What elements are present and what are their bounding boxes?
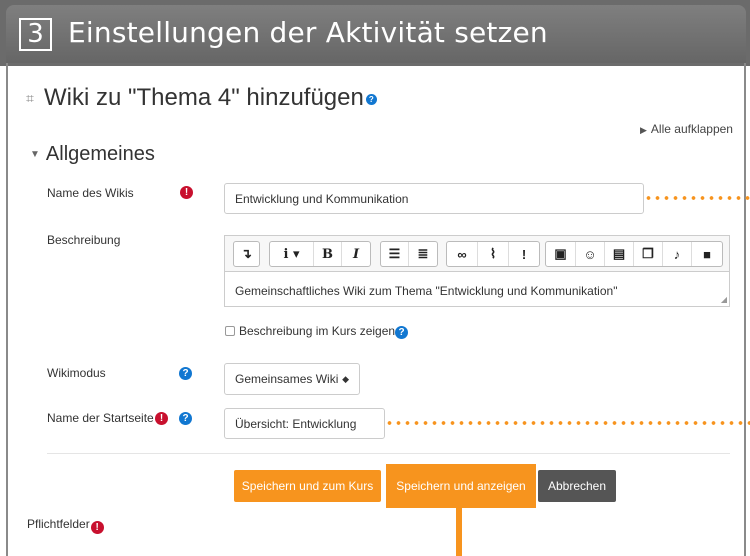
video-icon[interactable]: ■: [692, 242, 722, 266]
exclamation-icon[interactable]: !: [509, 242, 539, 266]
help-icon[interactable]: ?: [395, 326, 408, 339]
required-fields-label: Pflichtfelder: [27, 517, 90, 531]
divider: [47, 453, 730, 454]
cancel-button[interactable]: Abbrechen: [538, 470, 616, 502]
info-dropdown-icon[interactable]: i ▾: [270, 242, 314, 266]
caret-down-icon: ▼: [30, 149, 40, 160]
bullet-list-icon[interactable]: ☰: [381, 242, 409, 266]
wikimode-value: Gemeinsames Wiki: [235, 372, 339, 386]
media-icon[interactable]: ▤: [605, 242, 634, 266]
link-icon[interactable]: ∞: [447, 242, 478, 266]
highlight-dotted-line: [644, 196, 750, 200]
description-editor[interactable]: Gemeinschaftliches Wiki zum Thema "Entwi…: [224, 271, 730, 307]
help-icon[interactable]: ?: [179, 367, 192, 380]
help-icon[interactable]: ?: [365, 94, 377, 105]
show-description-label: Beschreibung im Kurs zeigen: [239, 324, 396, 338]
required-icon: !: [180, 186, 193, 199]
toolbar-group: i ▾ B I: [269, 241, 371, 267]
toolbar-group: ▣ ☺ ▤ ❐ ♪ ■: [545, 241, 723, 267]
section-header-general[interactable]: ▼ Allgemeines: [30, 143, 155, 166]
wikimode-select[interactable]: Gemeinsames Wiki ◆: [224, 363, 360, 395]
expand-all-link[interactable]: ▶ Alle aufklappen: [640, 122, 733, 136]
resize-handle-icon[interactable]: ◢: [721, 295, 727, 304]
required-icon: !: [155, 412, 168, 425]
image-icon[interactable]: ▣: [546, 242, 576, 266]
toolbar-group: ☰ ≣: [380, 241, 438, 267]
tutorial-banner: 3 Einstellungen der Aktivität setzen: [0, 0, 750, 66]
select-arrows-icon: ◆: [342, 373, 349, 384]
editor-toolbar: ↴ i ▾ B I ☰ ≣ ∞ ⌇ ! ▣ ☺ ▤ ❐ ♪ ■: [224, 235, 730, 271]
banner-title: Einstellungen der Aktivität setzen: [68, 16, 548, 49]
bold-icon[interactable]: B: [314, 242, 342, 266]
startpage-input[interactable]: Übersicht: Entwicklung: [224, 408, 385, 439]
required-icon: !: [90, 521, 104, 534]
save-return-button[interactable]: Speichern und zum Kurs: [234, 470, 381, 502]
startpage-label: Name der Startseite: [47, 411, 154, 425]
description-text: Gemeinschaftliches Wiki zum Thema "Entwi…: [235, 284, 618, 298]
required-fields-note: Pflichtfelder!: [27, 517, 104, 534]
section-title: Allgemeines: [45, 143, 155, 165]
name-label: Name des Wikis: [47, 186, 134, 200]
help-icon[interactable]: ?: [179, 412, 192, 425]
wiki-icon: ⌗: [26, 90, 34, 106]
highlight-dotted-line: [385, 421, 750, 425]
step-number: 3: [19, 18, 52, 51]
italic-icon[interactable]: I: [342, 242, 370, 266]
show-description-row: Beschreibung im Kurs zeigen: [225, 324, 395, 338]
manage-files-icon[interactable]: ❐: [634, 242, 663, 266]
wiki-name-input[interactable]: Entwicklung und Kommunikation: [224, 183, 644, 214]
toolbar-group: ∞ ⌇ !: [446, 241, 540, 267]
collapse-icon[interactable]: ↴: [234, 242, 259, 266]
description-label: Beschreibung: [47, 233, 121, 247]
expand-all-label: Alle aufklappen: [650, 122, 733, 136]
unlink-icon[interactable]: ⌇: [478, 242, 509, 266]
page-title: ⌗ Wiki zu "Thema 4" hinzufügen?: [26, 84, 377, 112]
numbered-list-icon[interactable]: ≣: [409, 242, 437, 266]
save-display-button[interactable]: Speichern und anzeigen: [388, 470, 534, 502]
emoji-icon[interactable]: ☺: [576, 242, 605, 266]
highlight-connector: [456, 508, 462, 556]
page-title-text: Wiki zu "Thema 4" hinzufügen: [44, 84, 364, 111]
toolbar-group: ↴: [233, 241, 260, 267]
microphone-icon[interactable]: ♪: [663, 242, 692, 266]
caret-right-icon: ▶: [640, 125, 647, 135]
show-description-checkbox[interactable]: [225, 326, 235, 336]
wikimode-label: Wikimodus: [47, 366, 106, 380]
